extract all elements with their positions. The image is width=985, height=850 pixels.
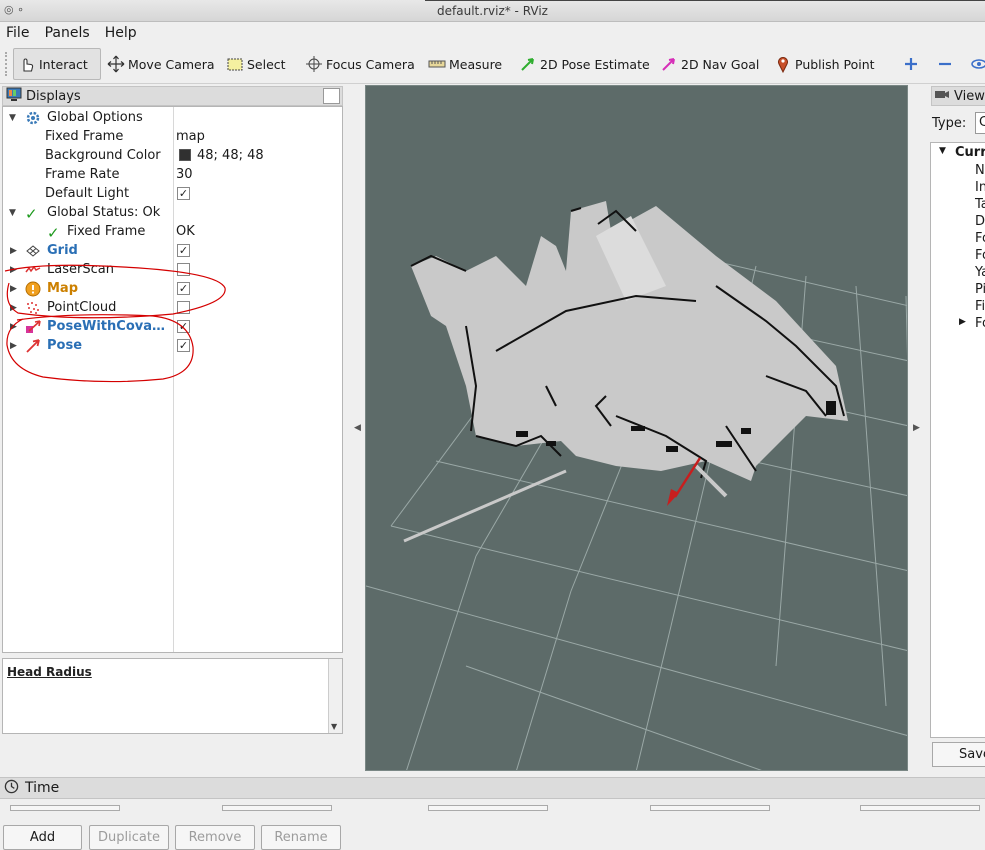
views-type-label: Type:	[932, 116, 967, 131]
time-field[interactable]	[650, 805, 770, 811]
views-tree-item[interactable]: Ne	[975, 163, 985, 178]
collapse-right-arrow-icon[interactable]: ▶	[913, 423, 920, 433]
ruler-icon	[428, 55, 446, 73]
views-tree-item[interactable]: D	[975, 214, 985, 229]
add-tool-button[interactable]	[898, 48, 927, 80]
move-camera-tool-button[interactable]: Move Camera	[103, 48, 219, 80]
hand-pointer-icon	[18, 55, 36, 73]
occupancy-map	[403, 201, 848, 543]
eye-icon	[970, 55, 985, 73]
select-label: Select	[247, 56, 286, 72]
window-titlebar: ◎ ∘ default.rviz* - RViz	[0, 0, 985, 22]
select-tool-button[interactable]: Select	[222, 48, 290, 80]
camera-icon	[934, 86, 950, 106]
time-title: Time	[25, 780, 60, 796]
publish-point-tool-button[interactable]: Publish Point	[770, 48, 879, 80]
property-help-box: Head Radius ▼	[2, 658, 343, 734]
time-field[interactable]	[860, 805, 980, 811]
map-pin-icon	[774, 55, 792, 74]
move-arrows-icon	[107, 55, 125, 73]
save-view-button[interactable]: Save	[932, 742, 985, 767]
focus-camera-tool-button[interactable]: Focus Camera	[301, 48, 419, 80]
menu-help[interactable]: Help	[99, 22, 142, 41]
plus-icon	[902, 55, 920, 73]
toolbar-grip[interactable]	[5, 52, 8, 76]
interact-tool-button[interactable]: Interact	[13, 48, 101, 80]
duplicate-display-button[interactable]: Duplicate	[89, 825, 169, 850]
focus-camera-label: Focus Camera	[326, 56, 415, 72]
green-arrow-icon	[519, 55, 537, 73]
time-field[interactable]	[10, 805, 120, 811]
views-tree: ▼ Curr Ne In Ta D Fo Fo Ya Pi Fi ▶ Fo	[930, 142, 985, 738]
menu-file[interactable]: File	[0, 22, 34, 41]
menu-panels[interactable]: Panels	[39, 22, 95, 41]
views-tree-item[interactable]: Fo	[975, 248, 985, 263]
displays-header: Displays	[2, 86, 343, 106]
remove-tool-button[interactable]	[932, 48, 961, 80]
crosshair-icon	[305, 55, 323, 73]
toolbar: Interact Move Camera Select Focus Camera…	[0, 44, 985, 84]
time-field[interactable]	[222, 805, 332, 811]
pose-estimate-label: 2D Pose Estimate	[540, 56, 650, 72]
collapse-arrow-icon[interactable]: ▼	[939, 146, 946, 156]
magenta-arrow-icon	[660, 55, 678, 73]
measure-tool-button[interactable]: Measure	[424, 48, 506, 80]
views-tree-item[interactable]: Curr	[955, 145, 985, 160]
nav-goal-tool-button[interactable]: 2D Nav Goal	[656, 48, 763, 80]
views-tree-item[interactable]: Fo	[975, 231, 985, 246]
scroll-down-icon[interactable]: ▼	[331, 722, 337, 731]
interact-label: Interact	[39, 56, 88, 72]
rename-display-button[interactable]: Rename	[261, 825, 341, 850]
add-display-button[interactable]: Add	[3, 825, 82, 850]
views-tree-item[interactable]: Ta	[975, 197, 985, 212]
collapse-left-arrow-icon[interactable]: ◀	[354, 423, 361, 433]
views-tree-item[interactable]: In	[975, 180, 985, 195]
render-viewport[interactable]	[365, 85, 908, 771]
views-header: Views	[931, 86, 985, 106]
views-panel: Views Type: C ▼ Curr Ne In Ta D Fo Fo Ya…	[929, 84, 985, 776]
scene-3d	[366, 201, 907, 770]
views-tree-item[interactable]: Fo	[975, 316, 985, 331]
time-panel-header: Time	[0, 777, 985, 799]
time-panel-body	[0, 800, 985, 811]
views-type-select[interactable]: C	[975, 112, 985, 134]
undock-button[interactable]	[323, 88, 340, 104]
move-camera-label: Move Camera	[128, 56, 215, 72]
nav-goal-label: 2D Nav Goal	[681, 56, 760, 72]
red-annotation-circles	[4, 264, 226, 383]
views-tree-item[interactable]: Ya	[975, 265, 985, 280]
views-title: Views	[954, 88, 985, 104]
expand-arrow-icon[interactable]: ▶	[959, 317, 966, 327]
displays-title: Displays	[26, 88, 81, 104]
time-field[interactable]	[428, 805, 548, 811]
monitor-icon	[6, 86, 22, 106]
minus-icon	[936, 55, 954, 73]
view-options-button[interactable]	[966, 48, 985, 80]
publish-point-label: Publish Point	[795, 56, 875, 72]
views-tree-item[interactable]: Fi	[975, 299, 985, 314]
titlebar-edge	[425, 0, 985, 1]
help-scrollbar[interactable]: ▼	[328, 659, 342, 733]
pose-estimate-tool-button[interactable]: 2D Pose Estimate	[515, 48, 654, 80]
views-tree-item[interactable]: Pi	[975, 282, 985, 297]
displays-tree: ▼ Global Options Fixed Frame map Backgro…	[2, 106, 343, 653]
select-box-icon	[226, 55, 244, 73]
help-title: Head Radius	[7, 665, 92, 679]
menu-bar: File Panels Help	[0, 22, 985, 44]
measure-label: Measure	[449, 56, 503, 72]
remove-display-button[interactable]: Remove	[175, 825, 255, 850]
window-title: default.rviz* - RViz	[437, 4, 548, 18]
displays-panel: Displays ▼ Global Options Fixed Frame ma…	[0, 84, 345, 850]
clock-icon	[4, 779, 19, 798]
